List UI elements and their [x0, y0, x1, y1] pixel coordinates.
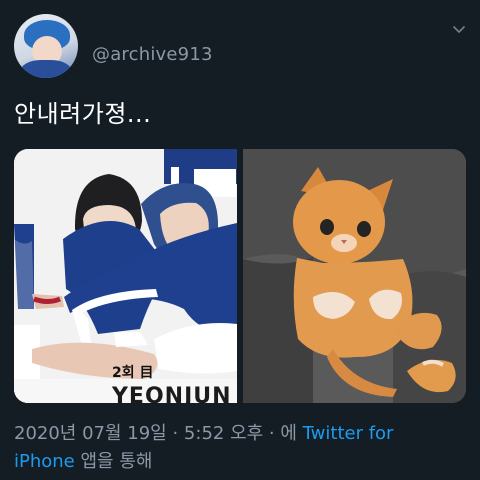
meta-separator: · [166, 423, 184, 444]
media-grid: 2회 目 YEONJUN [14, 149, 466, 403]
tweet-date: 2020년 07월 19일 [14, 423, 167, 444]
tweet-card: @archive913 안내려가졍... 2회 目 YEONJUN 2020년 … [0, 0, 480, 480]
avatar-shirt [20, 60, 72, 78]
photo-left-caption: 2회 目 YEONJUN [112, 362, 232, 403]
photo-right[interactable] [243, 149, 466, 403]
via-suffix: 앱을 통해 [74, 451, 153, 472]
photo-right-illustration [243, 149, 466, 403]
caption-name: YEONJUN [112, 384, 232, 403]
via-prefix: 에 [280, 423, 303, 444]
tweet-text: 안내려가졍... [14, 100, 152, 128]
tweet-header: @archive913 [14, 14, 213, 78]
source-link-2[interactable]: iPhone [14, 451, 75, 472]
source-link-1[interactable]: Twitter for [303, 423, 394, 444]
avatar[interactable] [14, 14, 78, 78]
photo-left[interactable]: 2회 目 YEONJUN [14, 149, 237, 403]
meta-separator-2: · [263, 423, 281, 444]
tweet-meta: 2020년 07월 19일 · 5:52 오후 · 에 Twitter for i… [14, 420, 466, 476]
username-handle[interactable]: @archive913 [92, 44, 213, 65]
chevron-down-icon[interactable] [452, 22, 466, 36]
tweet-time: 5:52 오후 [183, 423, 264, 444]
caption-episode: 2회 目 [112, 365, 154, 381]
